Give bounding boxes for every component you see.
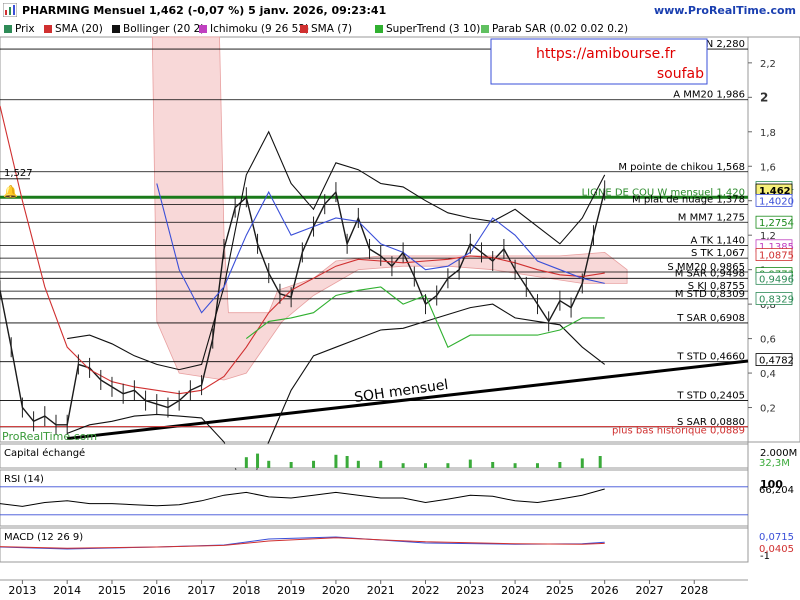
macd-panel-title: MACD (12 26 9)	[4, 532, 83, 543]
watermark: ProRealTime.com	[2, 430, 98, 443]
level-label: M STD 0,8309	[675, 289, 745, 300]
volume-bar	[598, 456, 602, 468]
y-tick-label: 0,4	[760, 369, 776, 380]
volume-bar	[334, 454, 338, 468]
price-tag: 0,4782	[759, 356, 794, 367]
volume-bar	[558, 462, 562, 468]
volume-bar	[267, 460, 271, 468]
x-tick-label: 2017	[188, 584, 216, 597]
x-tick-label: 2019	[277, 584, 305, 597]
volume-bar	[256, 453, 260, 468]
author-text: soufab	[657, 66, 704, 82]
volume-panel	[0, 443, 749, 469]
level-label: M pointe de chikou 1,568	[618, 162, 745, 173]
rsi-last-label: 66,204	[759, 485, 794, 496]
volume-bar	[379, 460, 383, 468]
volume-last-label: 32,3M	[759, 458, 790, 469]
y-tick-label: 2,2	[760, 59, 776, 70]
volume-bar	[312, 460, 316, 468]
x-tick-label: 2018	[232, 584, 260, 597]
macd-signal-label: 0,0405	[759, 544, 794, 555]
x-tick-label: 2014	[53, 584, 81, 597]
x-tick-label: 2022	[412, 584, 440, 597]
level-label: S TK 1,067	[691, 248, 745, 259]
volume-bar	[580, 458, 584, 468]
x-tick-label: 2025	[546, 584, 574, 597]
volume-bar	[513, 463, 517, 468]
level-label: M MM7 1,275	[678, 212, 745, 223]
price-tag: 0,8329	[759, 294, 794, 305]
volume-bar	[244, 457, 248, 468]
x-tick-label: 2024	[501, 584, 529, 597]
level-label: M plat de nuage 1,378	[632, 195, 745, 206]
price-tag: 1,4020	[759, 196, 794, 207]
rsi-panel	[0, 469, 749, 527]
volume-panel-title: Capital échangé	[4, 447, 85, 459]
level-label: T STD 0,2405	[676, 391, 745, 402]
rsi-panel-title: RSI (14)	[4, 474, 44, 485]
x-tick-label: 2013	[8, 584, 36, 597]
macd-last-label: 0,0715	[759, 532, 794, 543]
level-label: A MM20 1,986	[673, 90, 745, 101]
url-text: https://amibourse.fr	[536, 46, 676, 62]
y-tick-label: 1,8	[760, 128, 776, 139]
level-label: M SAR 0,9498	[675, 268, 745, 279]
volume-bar	[345, 456, 349, 468]
chart-canvas: M PDN 2,280A MM20 1,986M pointe de chiko…	[0, 36, 800, 597]
y-tick-label: 1,6	[760, 162, 776, 173]
volume-bar	[401, 463, 405, 468]
x-tick-label: 2023	[456, 584, 484, 597]
volume-bar	[356, 460, 360, 468]
x-tick-label: 2026	[591, 584, 619, 597]
volume-bar	[446, 463, 450, 468]
level-label: T SAR 0,6908	[676, 313, 745, 324]
price-tag: 1,0875	[759, 251, 794, 262]
price-tag: 1,2754	[759, 218, 794, 229]
historic-low-label: plus bas historique 0,0889	[612, 426, 745, 437]
volume-bar	[289, 462, 293, 468]
volume-bar	[468, 459, 472, 468]
y-tick-label: 0,2	[760, 404, 776, 415]
level-label: A TK 1,140	[691, 236, 746, 247]
volume-bar	[491, 462, 495, 468]
price-tag: 0,9496	[759, 274, 794, 285]
alert-bell-icon: 🔔	[3, 184, 18, 198]
x-tick-label: 2020	[322, 584, 350, 597]
x-tick-label: 2016	[143, 584, 171, 597]
x-tick-label: 2028	[680, 584, 708, 597]
x-tick-label: 2021	[367, 584, 395, 597]
y-tick-label: 2	[760, 90, 768, 104]
macd-panel	[0, 527, 749, 563]
y-tick-label: 0,6	[760, 335, 776, 346]
volume-bar	[535, 463, 539, 468]
volume-bar	[424, 463, 428, 468]
x-tick-label: 2027	[635, 584, 663, 597]
x-tick-label: 2015	[98, 584, 126, 597]
left-marker-label: 1,527	[4, 168, 33, 179]
